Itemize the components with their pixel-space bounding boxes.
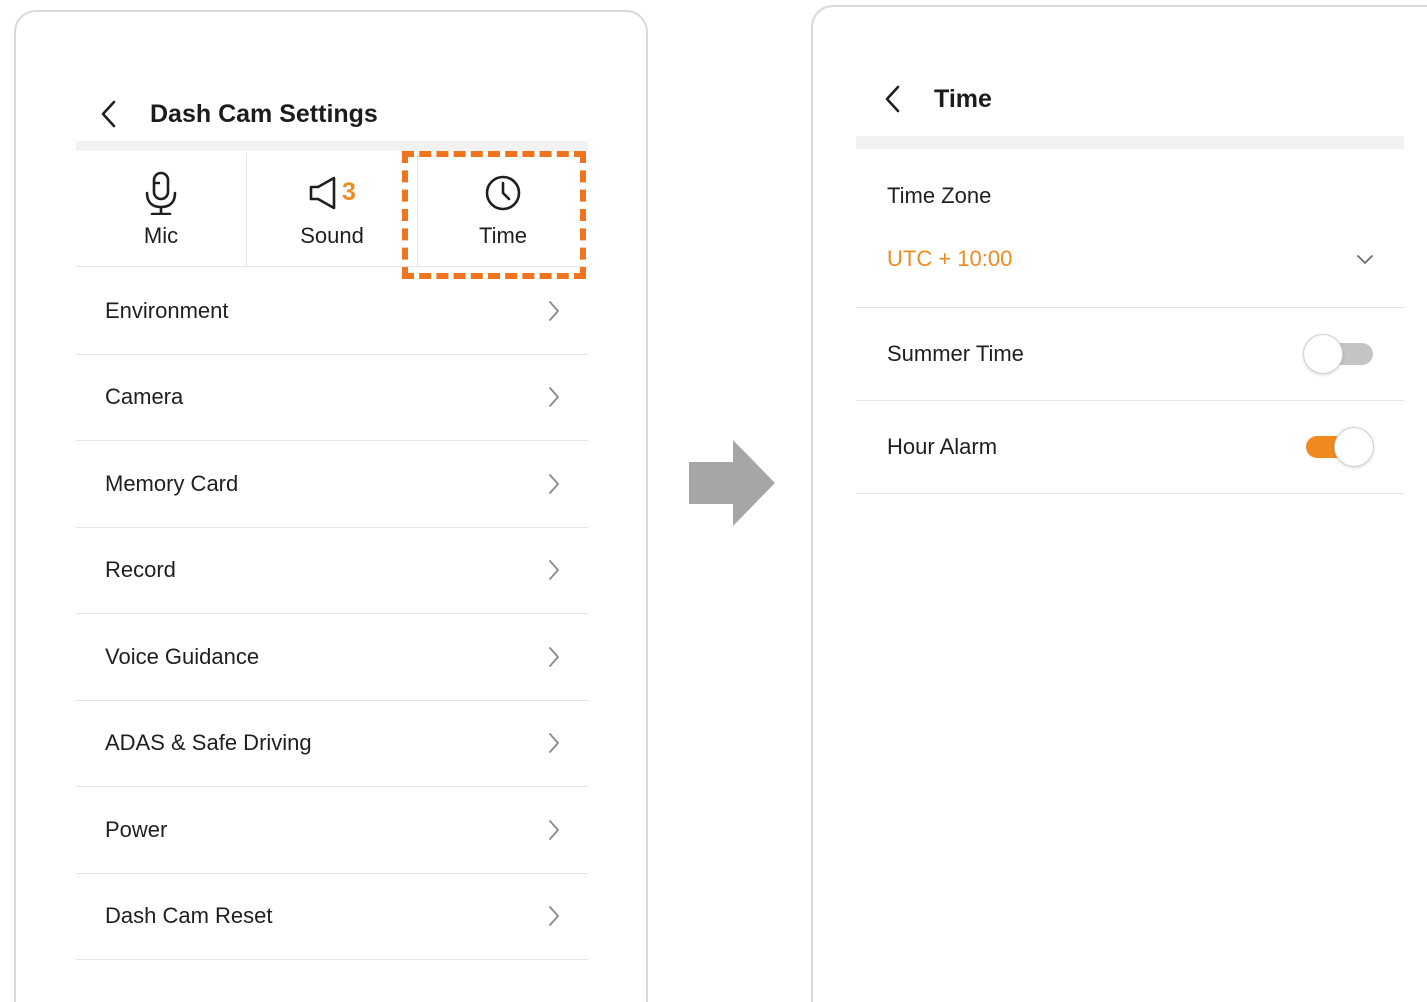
chevron-right-icon <box>549 473 559 494</box>
chevron-left-icon <box>885 85 900 113</box>
chevron-down-icon <box>1357 254 1373 264</box>
section-divider <box>76 141 588 151</box>
arrow-right-icon <box>689 440 775 526</box>
menu-item-camera[interactable]: Camera <box>76 355 588 441</box>
settings-header: Dash Cam Settings <box>100 99 378 129</box>
chevron-right-icon <box>549 646 559 667</box>
time-header: Time <box>884 84 992 114</box>
menu-item-label: Record <box>105 557 176 583</box>
settings-menu: Environment Camera Memory Card Record Vo… <box>76 268 588 960</box>
time-panel: Time Time Zone UTC + 10:00 Summer Time H… <box>811 5 1427 1002</box>
time-tab-highlight <box>402 151 586 279</box>
tab-mic[interactable]: Mic <box>76 153 246 266</box>
chevron-right-icon <box>549 300 559 321</box>
time-zone-label: Time Zone <box>887 183 992 208</box>
tab-label: Sound <box>300 222 364 248</box>
menu-item-label: Environment <box>105 297 229 323</box>
summer-time-label: Summer Time <box>887 341 1024 366</box>
chevron-left-icon <box>101 100 116 128</box>
page-title: Time <box>934 84 992 113</box>
summer-time-row: Summer Time <box>856 308 1404 401</box>
hour-alarm-toggle[interactable] <box>1303 427 1374 467</box>
settings-panel: Dash Cam Settings Mic 3 Sound Time Envir… <box>14 10 648 1002</box>
section-divider <box>856 136 1404 149</box>
chevron-right-icon <box>549 387 559 408</box>
chevron-right-icon <box>549 906 559 927</box>
menu-item-label: Voice Guidance <box>105 643 260 669</box>
volume-level-badge: 3 <box>342 178 356 206</box>
summer-time-toggle[interactable] <box>1303 334 1374 374</box>
time-zone-row: Time Zone UTC + 10:00 <box>856 169 1404 308</box>
back-button[interactable] <box>884 84 904 114</box>
hour-alarm-label: Hour Alarm <box>887 434 998 459</box>
hour-alarm-row: Hour Alarm <box>856 401 1404 494</box>
menu-item-power[interactable]: Power <box>76 787 588 874</box>
time-zone-value: UTC + 10:00 <box>887 246 1013 271</box>
toggle-knob <box>1334 427 1374 467</box>
menu-item-label: ADAS & Safe Driving <box>105 730 312 756</box>
back-button[interactable] <box>100 99 120 129</box>
tab-label: Mic <box>143 222 179 248</box>
time-zone-select[interactable]: UTC + 10:00 <box>856 235 1404 283</box>
menu-item-label: Power <box>105 816 168 842</box>
toggle-knob <box>1303 334 1343 374</box>
menu-item-voice-guidance[interactable]: Voice Guidance <box>76 614 588 701</box>
menu-item-label: Memory Card <box>105 470 239 496</box>
mic-icon <box>143 171 179 215</box>
menu-item-adas-safe-driving[interactable]: ADAS & Safe Driving <box>76 701 588 787</box>
speaker-icon <box>309 176 336 209</box>
menu-item-memory-card[interactable]: Memory Card <box>76 441 588 528</box>
menu-item-label: Camera <box>105 384 184 410</box>
page-title: Dash Cam Settings <box>150 99 378 128</box>
chevron-right-icon <box>549 560 559 581</box>
chevron-right-icon <box>549 733 559 754</box>
chevron-right-icon <box>549 819 559 840</box>
menu-item-label: Dash Cam Reset <box>105 903 273 929</box>
menu-item-dash-cam-reset[interactable]: Dash Cam Reset <box>76 874 588 960</box>
tab-sound[interactable]: 3 Sound <box>246 153 417 266</box>
menu-item-environment[interactable]: Environment <box>76 268 588 355</box>
menu-item-record[interactable]: Record <box>76 528 588 614</box>
